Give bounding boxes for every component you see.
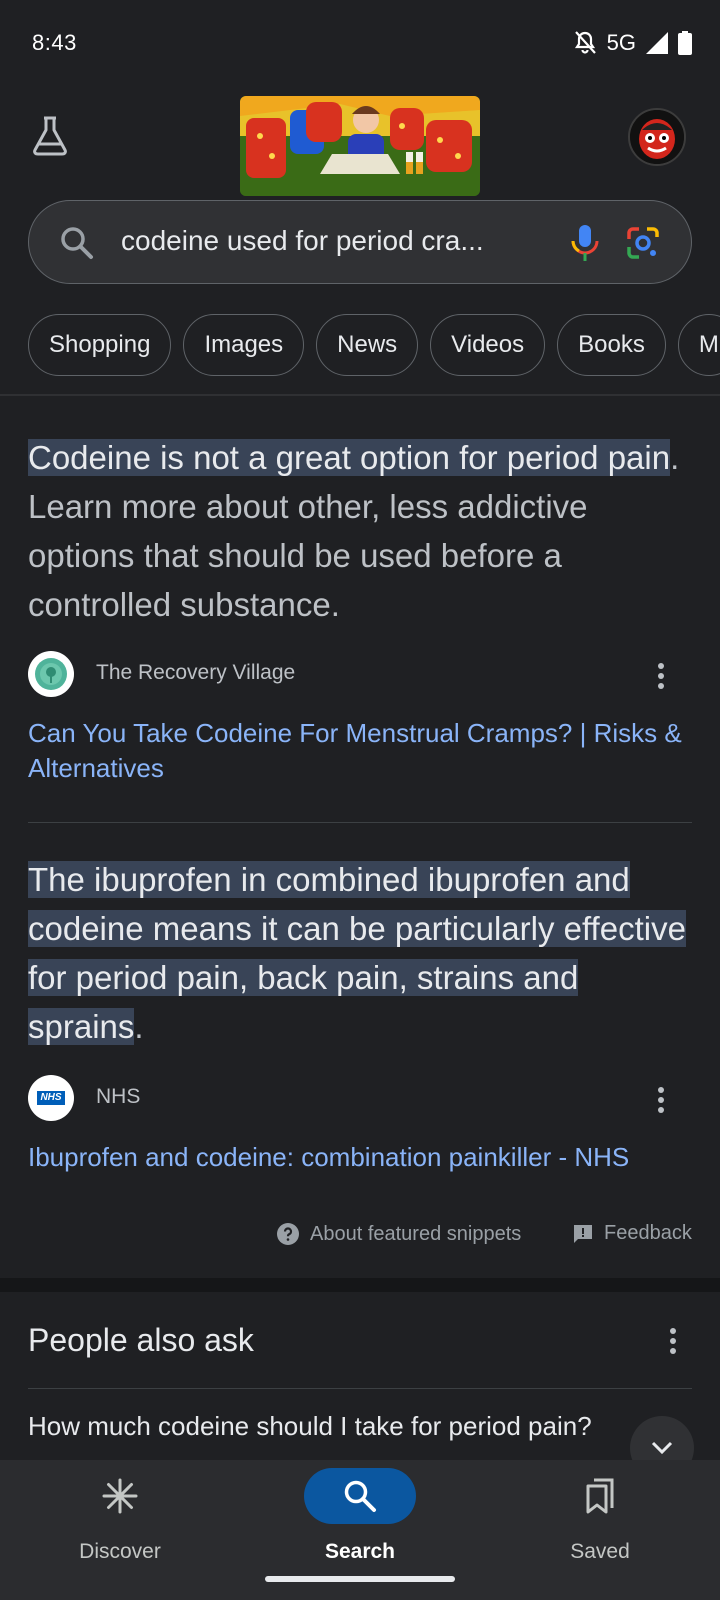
nav-saved[interactable]: Saved <box>500 1460 700 1580</box>
feedback-button[interactable]: Feedback <box>572 1222 692 1245</box>
chip-images[interactable]: Images <box>183 314 305 376</box>
profile-avatar-icon <box>630 110 684 164</box>
feedback-icon <box>574 1224 592 1243</box>
nav-icon-container <box>64 1468 176 1524</box>
search-bar[interactable]: codeine used for period cra... <box>28 200 692 284</box>
help-icon <box>277 1223 299 1245</box>
nhs-logo: NHS <box>37 1091 65 1105</box>
status-time: 8:43 <box>32 30 77 55</box>
network-type: 5G <box>606 30 636 55</box>
snippet-rest: . <box>134 1008 144 1045</box>
recovery-village-icon <box>35 658 67 690</box>
nav-label: Discover <box>79 1540 161 1563</box>
avatar[interactable] <box>628 108 686 166</box>
paa-question[interactable]: How much codeine should I take for perio… <box>28 1408 608 1444</box>
battery-icon <box>678 31 692 55</box>
more-vert-icon[interactable] <box>658 1087 664 1113</box>
feedback-label: Feedback <box>604 1222 692 1244</box>
chip-news[interactable]: News <box>316 314 419 376</box>
nav-icon-container <box>544 1468 656 1524</box>
search-input[interactable]: codeine used for period cra... <box>121 225 484 257</box>
featured-snippet-text: Codeine is not a great option for period… <box>28 433 692 629</box>
search-icon <box>61 227 93 259</box>
people-also-ask-title: People also ask <box>28 1322 254 1358</box>
section-divider <box>0 1278 720 1292</box>
filter-chips: Shopping Images News Videos Books M <box>28 314 720 376</box>
search-icon <box>344 1480 376 1512</box>
status-bar: 8:43 5G <box>0 0 720 90</box>
nav-search[interactable]: Search <box>260 1460 460 1580</box>
chip-more[interactable]: M <box>677 314 720 376</box>
bookmarks-icon <box>586 1478 614 1514</box>
mic-icon[interactable] <box>565 221 605 265</box>
status-icons: 5G <box>573 30 692 56</box>
source-row[interactable]: NHS NHS <box>28 1075 692 1123</box>
about-label: About featured snippets <box>310 1222 522 1245</box>
notifications-off-icon <box>574 31 596 54</box>
signal-icon <box>646 32 668 54</box>
snippet-highlight: Codeine is not a great option for period… <box>28 439 671 476</box>
result-link[interactable]: Ibuprofen and codeine: combination paink… <box>28 1140 698 1175</box>
chip-shopping[interactable]: Shopping <box>28 314 172 376</box>
source-name: The Recovery Village <box>96 661 296 684</box>
divider <box>28 1388 692 1389</box>
snippet-highlight: The ibuprofen in combined ibuprofen and … <box>28 861 686 1045</box>
flask-icon[interactable] <box>28 114 72 158</box>
divider <box>28 822 692 823</box>
nav-discover[interactable]: Discover <box>20 1460 220 1580</box>
featured-snippet-text: The ibuprofen in combined ibuprofen and … <box>28 855 692 1051</box>
chevron-down-icon <box>651 1441 673 1455</box>
home-indicator[interactable] <box>265 1576 455 1582</box>
more-vert-icon[interactable] <box>670 1328 676 1354</box>
favicon <box>28 651 74 697</box>
doodle-art-icon <box>240 96 480 196</box>
source-name: NHS <box>96 1085 141 1108</box>
about-featured-snippets[interactable]: About featured snippets <box>276 1222 521 1246</box>
asterisk-icon <box>102 1478 138 1514</box>
nav-label: Search <box>324 1540 396 1563</box>
divider <box>0 394 720 396</box>
favicon: NHS <box>28 1075 74 1121</box>
chip-videos[interactable]: Videos <box>430 314 546 376</box>
result-link[interactable]: Can You Take Codeine For Menstrual Cramp… <box>28 716 698 786</box>
nav-icon-container <box>304 1468 416 1524</box>
google-doodle[interactable] <box>240 96 480 196</box>
chip-books[interactable]: Books <box>557 314 666 376</box>
lens-icon[interactable] <box>623 223 663 263</box>
nav-label: Saved <box>570 1540 630 1563</box>
more-vert-icon[interactable] <box>658 663 664 689</box>
source-row[interactable]: The Recovery Village <box>28 651 692 699</box>
